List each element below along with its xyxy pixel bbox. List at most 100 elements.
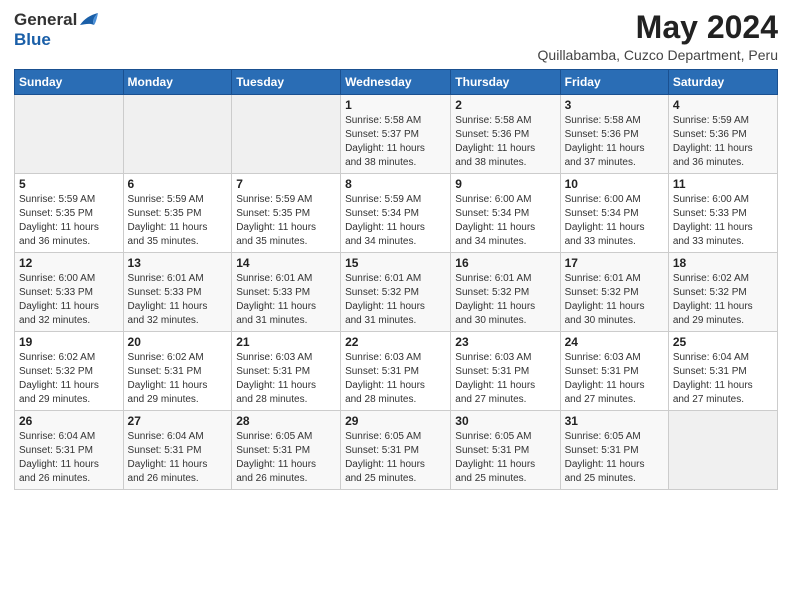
day-info: Sunrise: 6:03 AMSunset: 5:31 PMDaylight:… <box>236 351 336 407</box>
day-number: 25 <box>673 335 773 349</box>
calendar-cell: 23 Sunrise: 6:03 AMSunset: 5:31 PMDayligh… <box>451 332 560 411</box>
day-info: Sunrise: 6:02 AMSunset: 5:31 PMDaylight:… <box>128 351 228 407</box>
calendar-header-friday: Friday <box>560 70 668 95</box>
calendar-cell: 1 Sunrise: 5:58 AMSunset: 5:37 PMDaylight… <box>341 95 451 174</box>
calendar-cell: 7 Sunrise: 5:59 AMSunset: 5:35 PMDaylight… <box>232 174 341 253</box>
day-number: 7 <box>236 177 336 191</box>
day-number: 29 <box>345 414 446 428</box>
calendar-cell: 18 Sunrise: 6:02 AMSunset: 5:32 PMDayligh… <box>668 253 777 332</box>
day-number: 30 <box>455 414 555 428</box>
day-info: Sunrise: 5:58 AMSunset: 5:36 PMDaylight:… <box>565 114 664 170</box>
calendar-cell: 28 Sunrise: 6:05 AMSunset: 5:31 PMDayligh… <box>232 411 341 490</box>
day-info: Sunrise: 6:05 AMSunset: 5:31 PMDaylight:… <box>565 430 664 486</box>
calendar-cell: 17Sunrise: 6:01 AMSunset: 5:32 PMDayligh… <box>560 253 668 332</box>
calendar-cell: 5 Sunrise: 5:59 AMSunset: 5:35 PMDaylight… <box>15 174 124 253</box>
calendar-cell: 8Sunrise: 5:59 AMSunset: 5:34 PMDaylight… <box>341 174 451 253</box>
day-info: Sunrise: 6:00 AMSunset: 5:34 PMDaylight:… <box>455 193 555 249</box>
day-info: Sunrise: 5:59 AMSunset: 5:36 PMDaylight:… <box>673 114 773 170</box>
day-number: 22 <box>345 335 446 349</box>
day-info: Sunrise: 6:05 AMSunset: 5:31 PMDaylight:… <box>345 430 446 486</box>
day-number: 8 <box>345 177 446 191</box>
day-info: Sunrise: 6:03 AMSunset: 5:31 PMDaylight:… <box>565 351 664 407</box>
calendar-cell: 20 Sunrise: 6:02 AMSunset: 5:31 PMDayligh… <box>123 332 232 411</box>
day-info: Sunrise: 6:01 AMSunset: 5:33 PMDaylight:… <box>128 272 228 328</box>
day-info: Sunrise: 6:01 AMSunset: 5:33 PMDaylight:… <box>236 272 336 328</box>
day-number: 5 <box>19 177 119 191</box>
day-info: Sunrise: 6:00 AMSunset: 5:33 PMDaylight:… <box>19 272 119 328</box>
calendar-cell: 10 Sunrise: 6:00 AMSunset: 5:34 PMDayligh… <box>560 174 668 253</box>
calendar-cell: 6 Sunrise: 5:59 AMSunset: 5:35 PMDaylight… <box>123 174 232 253</box>
calendar-header-tuesday: Tuesday <box>232 70 341 95</box>
day-number: 1 <box>345 98 446 112</box>
calendar-cell <box>15 95 124 174</box>
logo-general: General <box>14 10 77 30</box>
calendar-cell: 9 Sunrise: 6:00 AMSunset: 5:34 PMDaylight… <box>451 174 560 253</box>
calendar-cell: 29 Sunrise: 6:05 AMSunset: 5:31 PMDayligh… <box>341 411 451 490</box>
day-info: Sunrise: 6:04 AMSunset: 5:31 PMDaylight:… <box>673 351 773 407</box>
calendar-header-monday: Monday <box>123 70 232 95</box>
calendar-table: SundayMondayTuesdayWednesdayThursdayFrid… <box>14 69 778 490</box>
calendar-week-4: 19Sunrise: 6:02 AMSunset: 5:32 PMDayligh… <box>15 332 778 411</box>
calendar-cell: 3 Sunrise: 5:58 AMSunset: 5:36 PMDaylight… <box>560 95 668 174</box>
day-info: Sunrise: 6:04 AMSunset: 5:31 PMDaylight:… <box>128 430 228 486</box>
day-info: Sunrise: 6:03 AMSunset: 5:31 PMDaylight:… <box>345 351 446 407</box>
calendar-cell: 4 Sunrise: 5:59 AMSunset: 5:36 PMDaylight… <box>668 95 777 174</box>
calendar-cell: 31 Sunrise: 6:05 AMSunset: 5:31 PMDayligh… <box>560 411 668 490</box>
day-number: 2 <box>455 98 555 112</box>
calendar-week-5: 26 Sunrise: 6:04 AMSunset: 5:31 PMDayligh… <box>15 411 778 490</box>
day-number: 4 <box>673 98 773 112</box>
calendar-cell: 15 Sunrise: 6:01 AMSunset: 5:32 PMDayligh… <box>341 253 451 332</box>
calendar-header-saturday: Saturday <box>668 70 777 95</box>
day-number: 23 <box>455 335 555 349</box>
calendar-cell: 19Sunrise: 6:02 AMSunset: 5:32 PMDayligh… <box>15 332 124 411</box>
day-info: Sunrise: 6:00 AMSunset: 5:33 PMDaylight:… <box>673 193 773 249</box>
day-number: 26 <box>19 414 119 428</box>
calendar-cell: 16Sunrise: 6:01 AMSunset: 5:32 PMDayligh… <box>451 253 560 332</box>
title-area: May 2024 Quillabamba, Cuzco Department, … <box>538 10 778 63</box>
day-info: Sunrise: 5:59 AMSunset: 5:35 PMDaylight:… <box>128 193 228 249</box>
day-number: 31 <box>565 414 664 428</box>
calendar-week-2: 5 Sunrise: 5:59 AMSunset: 5:35 PMDaylight… <box>15 174 778 253</box>
day-info: Sunrise: 6:01 AMSunset: 5:32 PMDaylight:… <box>455 272 555 328</box>
calendar-cell <box>668 411 777 490</box>
calendar-week-1: 1 Sunrise: 5:58 AMSunset: 5:37 PMDaylight… <box>15 95 778 174</box>
subtitle: Quillabamba, Cuzco Department, Peru <box>538 47 778 63</box>
calendar-header-row: SundayMondayTuesdayWednesdayThursdayFrid… <box>15 70 778 95</box>
day-info: Sunrise: 6:04 AMSunset: 5:31 PMDaylight:… <box>19 430 119 486</box>
logo-bird-icon <box>78 11 100 29</box>
calendar-header-thursday: Thursday <box>451 70 560 95</box>
calendar-cell <box>123 95 232 174</box>
day-number: 12 <box>19 256 119 270</box>
calendar-cell: 26 Sunrise: 6:04 AMSunset: 5:31 PMDayligh… <box>15 411 124 490</box>
day-info: Sunrise: 6:03 AMSunset: 5:31 PMDaylight:… <box>455 351 555 407</box>
day-number: 10 <box>565 177 664 191</box>
day-number: 14 <box>236 256 336 270</box>
day-number: 15 <box>345 256 446 270</box>
day-info: Sunrise: 6:05 AMSunset: 5:31 PMDaylight:… <box>455 430 555 486</box>
day-info: Sunrise: 6:02 AMSunset: 5:32 PMDaylight:… <box>673 272 773 328</box>
calendar-cell: 12 Sunrise: 6:00 AMSunset: 5:33 PMDayligh… <box>15 253 124 332</box>
day-number: 13 <box>128 256 228 270</box>
day-number: 6 <box>128 177 228 191</box>
logo: General Blue <box>14 10 100 50</box>
day-number: 28 <box>236 414 336 428</box>
day-number: 9 <box>455 177 555 191</box>
day-number: 20 <box>128 335 228 349</box>
day-info: Sunrise: 6:05 AMSunset: 5:31 PMDaylight:… <box>236 430 336 486</box>
calendar-week-3: 12 Sunrise: 6:00 AMSunset: 5:33 PMDayligh… <box>15 253 778 332</box>
day-number: 3 <box>565 98 664 112</box>
day-info: Sunrise: 6:01 AMSunset: 5:32 PMDaylight:… <box>345 272 446 328</box>
day-number: 24 <box>565 335 664 349</box>
day-info: Sunrise: 5:59 AMSunset: 5:35 PMDaylight:… <box>236 193 336 249</box>
calendar-cell: 22 Sunrise: 6:03 AMSunset: 5:31 PMDayligh… <box>341 332 451 411</box>
header: General Blue May 2024 Quillabamba, Cuzco… <box>14 10 778 63</box>
day-number: 27 <box>128 414 228 428</box>
day-number: 19 <box>19 335 119 349</box>
day-number: 18 <box>673 256 773 270</box>
day-number: 21 <box>236 335 336 349</box>
logo-blue: Blue <box>14 30 51 50</box>
calendar-cell: 21 Sunrise: 6:03 AMSunset: 5:31 PMDayligh… <box>232 332 341 411</box>
day-info: Sunrise: 5:58 AMSunset: 5:37 PMDaylight:… <box>345 114 446 170</box>
day-info: Sunrise: 6:00 AMSunset: 5:34 PMDaylight:… <box>565 193 664 249</box>
day-info: Sunrise: 5:59 AMSunset: 5:35 PMDaylight:… <box>19 193 119 249</box>
